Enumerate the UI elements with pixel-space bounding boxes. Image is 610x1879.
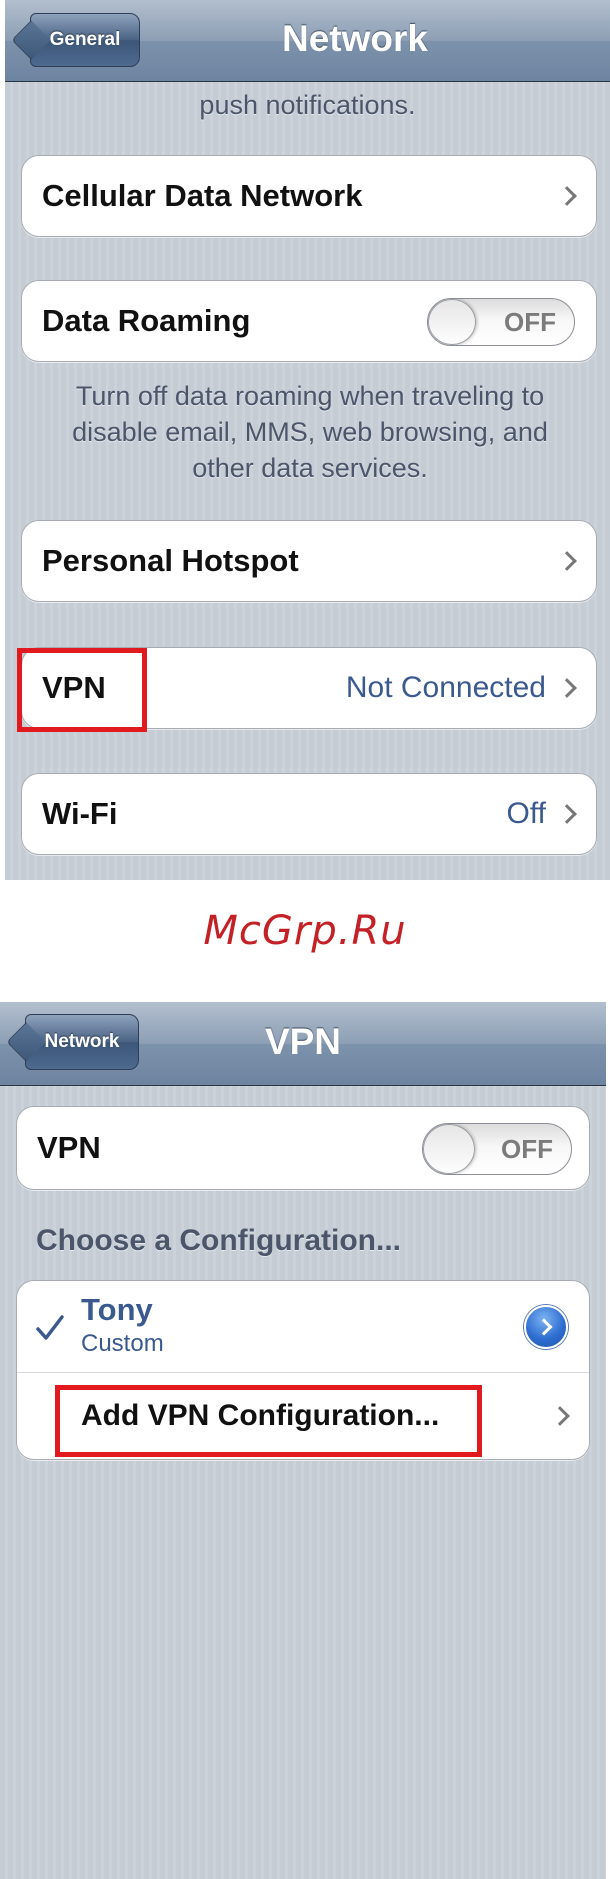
data-roaming-group: Data Roaming OFF xyxy=(21,280,597,362)
wifi-row[interactable]: Wi-Fi Off xyxy=(22,774,596,854)
vpn-toggle-label: VPN xyxy=(37,1130,101,1165)
switch-knob xyxy=(423,1124,475,1174)
page-title: Network xyxy=(282,18,428,59)
personal-hotspot-label: Personal Hotspot xyxy=(42,543,299,578)
vpn-label: VPN xyxy=(42,670,106,705)
chevron-right-icon xyxy=(557,804,577,824)
vpn-row[interactable]: VPN Not Connected xyxy=(22,648,596,728)
config-type: Custom xyxy=(81,1330,164,1357)
config-name: Tony xyxy=(81,1292,153,1327)
wifi-label: Wi-Fi xyxy=(42,796,118,831)
config-row-tony[interactable]: Tony Custom xyxy=(17,1281,589,1373)
back-button-label: Network xyxy=(44,1031,120,1052)
network-screen: General Network push notifications. Cell… xyxy=(5,0,610,880)
cellular-data-network-group: Cellular Data Network xyxy=(21,155,597,237)
cut-footnote: push notifications. xyxy=(199,90,416,120)
vpn-group: VPN Not Connected xyxy=(21,647,597,729)
back-button-label: General xyxy=(49,29,121,50)
personal-hotspot-row[interactable]: Personal Hotspot xyxy=(22,521,596,601)
add-vpn-configuration-row[interactable]: Add VPN Configuration... xyxy=(17,1373,589,1459)
switch-state-label: OFF xyxy=(504,307,556,337)
section-header: Choose a Configuration... xyxy=(36,1224,401,1257)
cellular-data-network-label: Cellular Data Network xyxy=(42,178,363,213)
data-roaming-label: Data Roaming xyxy=(42,303,251,338)
vpn-status-value: Not Connected xyxy=(345,671,546,704)
data-roaming-switch[interactable]: OFF xyxy=(427,298,575,346)
vpn-toggle-group: VPN OFF xyxy=(16,1106,590,1190)
add-vpn-configuration-label: Add VPN Configuration... xyxy=(81,1399,440,1432)
chevron-right-icon xyxy=(557,551,577,571)
cellular-data-network-row[interactable]: Cellular Data Network xyxy=(22,156,596,236)
checkmark-icon xyxy=(36,1315,64,1340)
detail-disclosure-icon[interactable] xyxy=(524,1305,568,1349)
nav-bar: Network VPN xyxy=(0,1002,606,1086)
watermark-text: McGrp.Ru xyxy=(203,908,407,954)
nav-bar: General Network xyxy=(5,0,610,82)
chevron-right-icon xyxy=(557,678,577,698)
chevron-right-icon xyxy=(557,186,577,206)
data-roaming-footnote: Turn off data roaming when traveling to … xyxy=(72,381,548,483)
chevron-right-icon xyxy=(550,1406,570,1426)
config-text: Tony Custom xyxy=(81,1291,164,1359)
switch-knob xyxy=(428,299,476,345)
switch-state-label: OFF xyxy=(501,1134,553,1164)
personal-hotspot-group: Personal Hotspot xyxy=(21,520,597,602)
vpn-screen: Network VPN VPN OFF Choose a Configurati… xyxy=(0,1002,606,1879)
vpn-switch[interactable]: OFF xyxy=(422,1123,572,1175)
wifi-group: Wi-Fi Off xyxy=(21,773,597,855)
configuration-group: Tony Custom Add VPN Configuration... xyxy=(16,1280,590,1460)
wifi-status-value: Off xyxy=(506,797,546,830)
